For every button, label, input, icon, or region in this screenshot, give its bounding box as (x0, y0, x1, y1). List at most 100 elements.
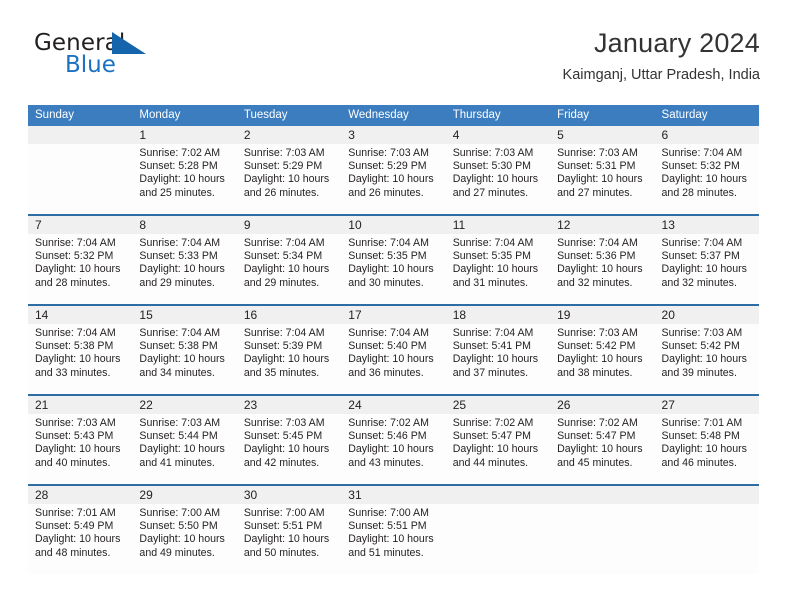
sunset-text: Sunset: 5:36 PM (557, 250, 636, 263)
day-cell[interactable]: Sunrise: 7:04 AM Sunset: 5:32 PM Daylight:… (655, 144, 759, 214)
day-cell[interactable]: Sunrise: 7:03 AM Sunset: 5:29 PM Daylight:… (237, 144, 341, 214)
day-cell[interactable]: Sunrise: 7:01 AM Sunset: 5:48 PM Daylight:… (655, 414, 759, 484)
sunrise-text: Sunrise: 7:03 AM (557, 147, 638, 159)
sunset-text: Sunset: 5:38 PM (139, 340, 218, 353)
daylight-text: Daylight: 10 hours (35, 443, 121, 456)
day-cell[interactable]: Sunrise: 7:04 AM Sunset: 5:38 PM Daylight:… (132, 324, 236, 394)
day-number[interactable]: 7 (28, 216, 132, 234)
sunset-text: Sunset: 5:47 PM (557, 430, 636, 443)
day-number[interactable]: 13 (655, 216, 759, 234)
daylight-text-cont: and 51 minutes. (348, 546, 424, 559)
day-number[interactable]: 3 (341, 126, 445, 144)
day-number[interactable]: 1 (132, 126, 236, 144)
day-number[interactable]: 14 (28, 306, 132, 324)
day-number[interactable]: 20 (655, 306, 759, 324)
day-cell[interactable]: Sunrise: 7:02 AM Sunset: 5:46 PM Daylight:… (341, 414, 445, 484)
day-number[interactable]: 2 (237, 126, 341, 144)
daylight-text: Daylight: 10 hours (348, 533, 434, 546)
day-number[interactable]: 24 (341, 396, 445, 414)
sunset-text: Sunset: 5:32 PM (661, 160, 740, 173)
day-number[interactable]: 17 (341, 306, 445, 324)
weekday-header-saturday: Saturday (661, 109, 708, 121)
daylight-text-cont: and 30 minutes. (348, 276, 424, 289)
day-number[interactable]: 30 (237, 486, 341, 504)
day-number[interactable]: 11 (446, 216, 550, 234)
day-number[interactable]: 8 (132, 216, 236, 234)
day-cell[interactable]: Sunrise: 7:04 AM Sunset: 5:36 PM Daylight:… (550, 234, 654, 304)
day-cell[interactable]: Sunrise: 7:02 AM Sunset: 5:47 PM Daylight:… (550, 414, 654, 484)
daylight-text-cont: and 49 minutes. (139, 546, 215, 559)
sunrise-text: Sunrise: 7:04 AM (557, 237, 638, 249)
daylight-text-cont: and 27 minutes. (452, 186, 529, 199)
daylight-text-cont: and 28 minutes. (35, 276, 111, 289)
day-number[interactable]: 26 (550, 396, 654, 414)
logo-triangle-icon (112, 32, 146, 54)
daylight-text: Daylight: 10 hours (661, 263, 747, 276)
day-number[interactable]: 15 (132, 306, 236, 324)
day-number[interactable]: 10 (341, 216, 445, 234)
daylight-text-cont: and 37 minutes. (452, 366, 529, 379)
day-number[interactable]: 28 (28, 486, 132, 504)
sunset-text: Sunset: 5:30 PM (452, 160, 532, 173)
day-number[interactable]: 6 (655, 126, 759, 144)
day-number[interactable]: 23 (237, 396, 341, 414)
daylight-text-cont: and 25 minutes. (139, 186, 215, 199)
day-number[interactable]: 25 (446, 396, 550, 414)
day-number[interactable]: 21 (28, 396, 132, 414)
daylight-text: Daylight: 10 hours (243, 173, 330, 186)
day-cell[interactable]: Sunrise: 7:04 AM Sunset: 5:35 PM Daylight:… (341, 234, 445, 304)
day-number[interactable]: 22 (132, 396, 236, 414)
day-cell[interactable]: Sunrise: 7:02 AM Sunset: 5:47 PM Daylight:… (446, 414, 550, 484)
day-number[interactable]: 5 (550, 126, 654, 144)
sunset-text: Sunset: 5:32 PM (35, 250, 114, 263)
sunrise-text: Sunrise: 7:04 AM (452, 237, 534, 249)
sunrise-text: Sunrise: 7:03 AM (139, 417, 221, 429)
day-cell[interactable]: Sunrise: 7:03 AM Sunset: 5:31 PM Daylight:… (550, 144, 654, 214)
day-cell[interactable]: Sunrise: 7:04 AM Sunset: 5:41 PM Daylight:… (446, 324, 550, 394)
daylight-text: Daylight: 10 hours (661, 443, 747, 456)
day-cell[interactable]: Sunrise: 7:01 AM Sunset: 5:49 PM Daylight:… (28, 504, 132, 574)
day-number[interactable]: 12 (550, 216, 654, 234)
day-cell[interactable]: Sunrise: 7:04 AM Sunset: 5:33 PM Daylight:… (132, 234, 236, 304)
day-number[interactable]: 31 (341, 486, 445, 504)
day-cell[interactable]: Sunrise: 7:04 AM Sunset: 5:39 PM Daylight:… (237, 324, 341, 394)
day-number[interactable]: 4 (446, 126, 550, 144)
day-number-band: 7 8 9 10 11 12 13 (28, 216, 759, 234)
day-number[interactable]: 9 (237, 216, 341, 234)
day-cell[interactable]: Sunrise: 7:04 AM Sunset: 5:38 PM Daylight:… (28, 324, 132, 394)
day-cell[interactable]: Sunrise: 7:00 AM Sunset: 5:50 PM Daylight:… (132, 504, 236, 574)
day-cell[interactable]: Sunrise: 7:00 AM Sunset: 5:51 PM Daylight:… (341, 504, 445, 574)
day-cell[interactable]: Sunrise: 7:03 AM Sunset: 5:43 PM Daylight:… (28, 414, 132, 484)
daylight-text-cont: and 26 minutes. (348, 186, 424, 199)
day-cell[interactable]: Sunrise: 7:03 AM Sunset: 5:44 PM Daylight:… (132, 414, 236, 484)
daylight-text-cont: and 45 minutes. (557, 456, 633, 469)
day-cell[interactable]: Sunrise: 7:04 AM Sunset: 5:35 PM Daylight:… (446, 234, 550, 304)
day-cell-empty (28, 144, 132, 214)
daylight-text: Daylight: 10 hours (661, 173, 747, 186)
sunset-text: Sunset: 5:42 PM (661, 340, 740, 353)
sunset-text: Sunset: 5:35 PM (348, 250, 427, 263)
day-cell[interactable]: Sunrise: 7:03 AM Sunset: 5:45 PM Daylight:… (237, 414, 341, 484)
sunrise-text: Sunrise: 7:04 AM (348, 327, 429, 339)
day-cell[interactable]: Sunrise: 7:04 AM Sunset: 5:37 PM Daylight:… (655, 234, 759, 304)
page-subtitle: Kaimganj, Uttar Pradesh, India (562, 67, 760, 83)
generalblue-logo[interactable]: General Blue (34, 30, 214, 86)
day-number[interactable]: 29 (132, 486, 236, 504)
day-cell[interactable]: Sunrise: 7:03 AM Sunset: 5:42 PM Daylight:… (550, 324, 654, 394)
sunset-text: Sunset: 5:33 PM (139, 250, 218, 263)
day-cell[interactable]: Sunrise: 7:00 AM Sunset: 5:51 PM Daylight:… (237, 504, 341, 574)
day-number[interactable]: 18 (446, 306, 550, 324)
day-number[interactable]: 19 (550, 306, 654, 324)
day-cell[interactable]: Sunrise: 7:02 AM Sunset: 5:28 PM Daylight:… (132, 144, 236, 214)
day-cell[interactable]: Sunrise: 7:03 AM Sunset: 5:29 PM Daylight:… (341, 144, 445, 214)
day-cell[interactable]: Sunrise: 7:03 AM Sunset: 5:42 PM Daylight:… (655, 324, 759, 394)
daylight-text-cont: and 36 minutes. (348, 366, 424, 379)
day-cell[interactable]: Sunrise: 7:03 AM Sunset: 5:30 PM Daylight:… (446, 144, 550, 214)
day-cell[interactable]: Sunrise: 7:04 AM Sunset: 5:32 PM Daylight:… (28, 234, 132, 304)
daylight-text: Daylight: 10 hours (348, 443, 434, 456)
daylight-text: Daylight: 10 hours (243, 533, 330, 546)
day-number[interactable]: 27 (655, 396, 759, 414)
day-number[interactable]: 16 (237, 306, 341, 324)
day-cell[interactable]: Sunrise: 7:04 AM Sunset: 5:34 PM Daylight:… (237, 234, 341, 304)
day-cell[interactable]: Sunrise: 7:04 AM Sunset: 5:40 PM Daylight:… (341, 324, 445, 394)
